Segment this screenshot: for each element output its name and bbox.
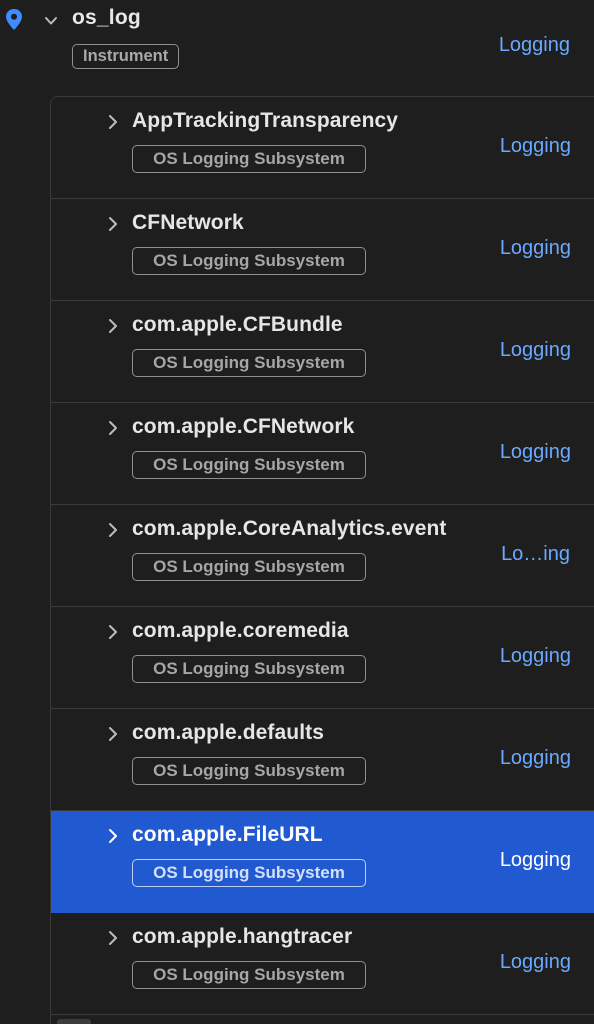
instrument-logging-link[interactable]: Logging: [499, 34, 570, 57]
subsystem-row[interactable]: com.apple.hangtracer OS Logging Subsyste…: [51, 913, 594, 1015]
subsystem-row[interactable]: com.apple.defaults OS Logging Subsystem …: [51, 709, 594, 811]
subsystem-name: com.apple.hangtracer: [132, 925, 353, 948]
instrument-badge: Instrument: [72, 44, 180, 69]
next-row-partial: [57, 1019, 91, 1024]
subsystem-name: AppTrackingTransparency: [132, 109, 399, 132]
subsystem-logging-link[interactable]: Logging: [500, 237, 571, 260]
subsystem-row[interactable]: com.apple.CoreAnalytics.event OS Logging…: [51, 505, 594, 607]
subsystem-badge: OS Logging Subsystem: [132, 859, 366, 887]
subsystem-badge: OS Logging Subsystem: [132, 757, 366, 785]
chevron-right-icon[interactable]: [106, 929, 120, 947]
subsystem-logging-link[interactable]: Logging: [500, 441, 571, 464]
subsystem-row[interactable]: CFNetwork OS Logging Subsystem Logging: [51, 199, 594, 301]
subsystem-name: com.apple.coremedia: [132, 619, 349, 642]
subsystem-badge: OS Logging Subsystem: [132, 247, 366, 275]
subsystem-logging-link[interactable]: Logging: [500, 645, 571, 668]
subsystem-badge: OS Logging Subsystem: [132, 553, 366, 581]
chevron-right-icon[interactable]: [106, 215, 120, 233]
chevron-right-icon[interactable]: [106, 521, 120, 539]
subsystem-name: com.apple.CoreAnalytics.event: [132, 517, 447, 540]
location-pin-icon[interactable]: [4, 8, 24, 32]
subsystem-row[interactable]: com.apple.CFNetwork OS Logging Subsystem…: [51, 403, 594, 505]
os-log-instrument-tree: os_log Instrument Logging AppTrackingTra…: [0, 0, 594, 1024]
chevron-down-icon[interactable]: [43, 13, 59, 29]
subsystem-logging-link[interactable]: Logging: [500, 951, 571, 974]
chevron-right-icon[interactable]: [106, 419, 120, 437]
subsystem-logging-link[interactable]: Logging: [500, 849, 571, 872]
subsystem-row[interactable]: com.apple.CFBundle OS Logging Subsystem …: [51, 301, 594, 403]
subsystem-logging-link[interactable]: Logging: [500, 339, 571, 362]
subsystem-row[interactable]: AppTrackingTransparency OS Logging Subsy…: [51, 97, 594, 199]
subsystem-logging-link[interactable]: Logging: [500, 135, 571, 158]
chevron-right-icon[interactable]: [106, 827, 120, 845]
subsystem-name: com.apple.FileURL: [132, 823, 323, 846]
subsystem-row[interactable]: com.apple.coremedia OS Logging Subsystem…: [51, 607, 594, 709]
subsystem-badge: OS Logging Subsystem: [132, 451, 366, 479]
subsystem-badge: OS Logging Subsystem: [132, 961, 366, 989]
instrument-title: os_log: [72, 6, 141, 29]
subsystem-name: com.apple.CFNetwork: [132, 415, 355, 438]
subsystem-logging-link[interactable]: Lo…ing: [501, 543, 570, 566]
chevron-right-icon[interactable]: [106, 725, 120, 743]
subsystem-name: com.apple.CFBundle: [132, 313, 343, 336]
subsystem-badge: OS Logging Subsystem: [132, 655, 366, 683]
subsystem-name: CFNetwork: [132, 211, 244, 234]
chevron-right-icon[interactable]: [106, 317, 120, 335]
subsystem-logging-link[interactable]: Logging: [500, 747, 571, 770]
subsystem-badge: OS Logging Subsystem: [132, 145, 366, 173]
chevron-right-icon[interactable]: [106, 623, 120, 641]
subsystem-row-selected[interactable]: com.apple.FileURL OS Logging Subsystem L…: [51, 811, 594, 913]
chevron-right-icon[interactable]: [106, 113, 120, 131]
subsystem-name: com.apple.defaults: [132, 721, 325, 744]
subsystem-badge: OS Logging Subsystem: [132, 349, 366, 377]
